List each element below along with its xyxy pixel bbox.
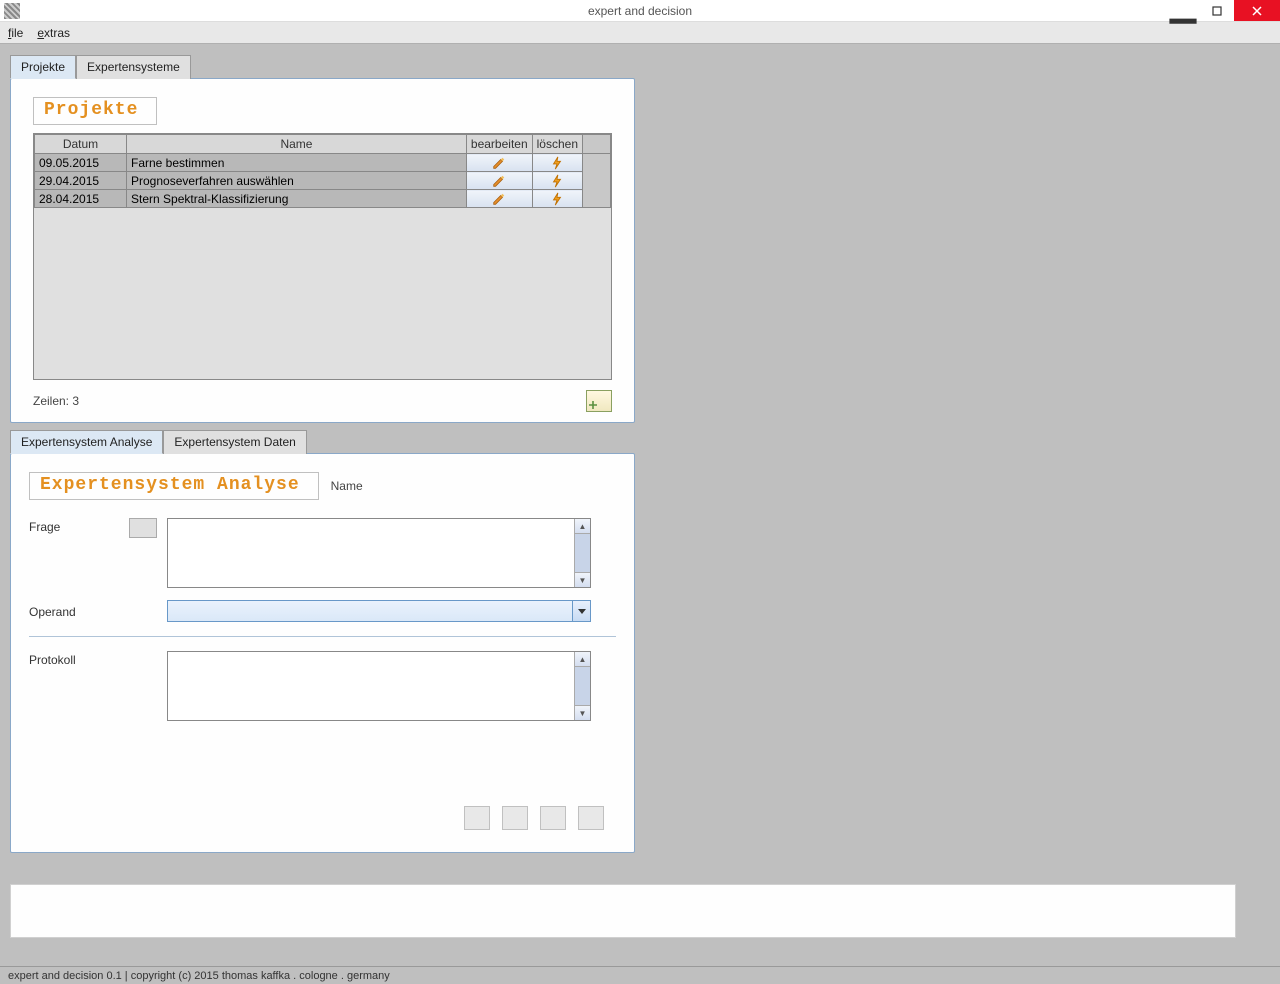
operand-combobox[interactable] (167, 600, 591, 622)
table-row[interactable]: 09.05.2015 Farne bestimmen (35, 154, 611, 172)
analyse-panel: Expertensystem Analyse Name Frage ▲ ▼ Op (10, 453, 635, 853)
statusbar-text: expert and decision 0.1 | copyright (c) … (8, 970, 390, 982)
window-titlebar: expert and decision (0, 0, 1280, 22)
tab-projekte[interactable]: Projekte (10, 55, 76, 79)
delete-button[interactable] (532, 172, 582, 190)
app-icon (4, 3, 20, 19)
upper-tabstrip: Projekte Expertensysteme (10, 54, 635, 78)
frage-indicator (129, 518, 157, 538)
menu-file[interactable]: file (8, 26, 23, 40)
delete-button[interactable] (532, 190, 582, 208)
window-controls (1166, 0, 1280, 21)
operand-value (168, 601, 572, 621)
analyse-header: Expertensystem Analyse Name (29, 472, 616, 500)
row-operand: Operand (29, 600, 616, 622)
scroll-down-icon[interactable]: ▼ (575, 705, 590, 720)
lower-tab-container: Expertensystem Analyse Expertensystem Da… (10, 429, 635, 853)
col-name[interactable]: Name (127, 135, 467, 154)
frage-textarea[interactable]: ▲ ▼ (167, 518, 591, 588)
analyse-heading: Expertensystem Analyse (40, 475, 300, 495)
operand-label: Operand (29, 603, 129, 619)
tab-analyse[interactable]: Expertensystem Analyse (10, 430, 163, 454)
projekte-table: Datum Name bearbeiten löschen 09.05.2015… (33, 133, 612, 380)
table-row[interactable]: 28.04.2015 Stern Spektral-Klassifizierun… (35, 190, 611, 208)
divider (29, 636, 616, 637)
row-count-label: Zeilen: 3 (33, 394, 79, 408)
delete-button[interactable] (532, 154, 582, 172)
col-scroll (583, 135, 611, 154)
projekte-heading-box: Projekte (33, 97, 157, 125)
upper-tab-container: Projekte Expertensysteme Projekte Datum … (10, 54, 635, 423)
scroll-down-icon[interactable]: ▼ (575, 572, 590, 587)
lightning-icon (550, 156, 564, 170)
lightning-icon (550, 174, 564, 188)
edit-icon (492, 174, 506, 188)
table-header-row: Datum Name bearbeiten löschen (35, 135, 611, 154)
scroll-up-icon[interactable]: ▲ (575, 519, 590, 534)
protokoll-scrollbar[interactable]: ▲ ▼ (574, 652, 590, 720)
analyse-name-label: Name (331, 479, 363, 493)
analyse-button-row (464, 806, 604, 830)
col-datum[interactable]: Datum (35, 135, 127, 154)
projekte-panel: Projekte Datum Name bearbeiten löschen (10, 78, 635, 423)
cell-date: 29.04.2015 (35, 172, 127, 190)
edit-button[interactable] (466, 190, 532, 208)
row-protokoll: Protokoll ▲ ▼ (29, 651, 616, 721)
statusbar: expert and decision 0.1 | copyright (c) … (0, 966, 1280, 984)
cell-name: Farne bestimmen (127, 154, 467, 172)
maximize-button[interactable] (1200, 0, 1234, 21)
cell-date: 28.04.2015 (35, 190, 127, 208)
frage-label: Frage (29, 518, 129, 534)
dropdown-icon[interactable] (572, 601, 590, 621)
scroll-up-icon[interactable]: ▲ (575, 652, 590, 667)
window-title: expert and decision (588, 4, 692, 18)
edit-button[interactable] (466, 154, 532, 172)
message-area (10, 884, 1236, 938)
edit-icon (492, 192, 506, 206)
row-frage: Frage ▲ ▼ (29, 518, 616, 588)
protokoll-textarea[interactable]: ▲ ▼ (167, 651, 591, 721)
cell-date: 09.05.2015 (35, 154, 127, 172)
table-scrollbar[interactable] (583, 154, 611, 208)
analyse-heading-box: Expertensystem Analyse (29, 472, 319, 500)
projekte-heading: Projekte (44, 100, 138, 120)
action-button-3[interactable] (540, 806, 566, 830)
action-button-1[interactable] (464, 806, 490, 830)
menu-extras[interactable]: extras (37, 26, 70, 40)
new-project-button[interactable] (586, 390, 612, 412)
cell-name: Prognoseverfahren auswählen (127, 172, 467, 190)
frage-scrollbar[interactable]: ▲ ▼ (574, 519, 590, 587)
projekte-footer: Zeilen: 3 (33, 390, 612, 412)
lightning-icon (550, 192, 564, 206)
tab-expertensysteme[interactable]: Expertensysteme (76, 55, 191, 79)
edit-button[interactable] (466, 172, 532, 190)
workspace: Projekte Expertensysteme Projekte Datum … (0, 44, 1280, 966)
protokoll-label: Protokoll (29, 651, 129, 667)
action-button-4[interactable] (578, 806, 604, 830)
edit-icon (492, 156, 506, 170)
tab-daten[interactable]: Expertensystem Daten (163, 430, 306, 454)
col-bearbeiten[interactable]: bearbeiten (466, 135, 532, 154)
col-loeschen[interactable]: löschen (532, 135, 582, 154)
table-row[interactable]: 29.04.2015 Prognoseverfahren auswählen (35, 172, 611, 190)
minimize-button[interactable] (1166, 0, 1200, 21)
lower-tabstrip: Expertensystem Analyse Expertensystem Da… (10, 429, 635, 453)
action-button-2[interactable] (502, 806, 528, 830)
menubar: file extras (0, 22, 1280, 44)
cell-name: Stern Spektral-Klassifizierung (127, 190, 467, 208)
close-button[interactable] (1234, 0, 1280, 21)
